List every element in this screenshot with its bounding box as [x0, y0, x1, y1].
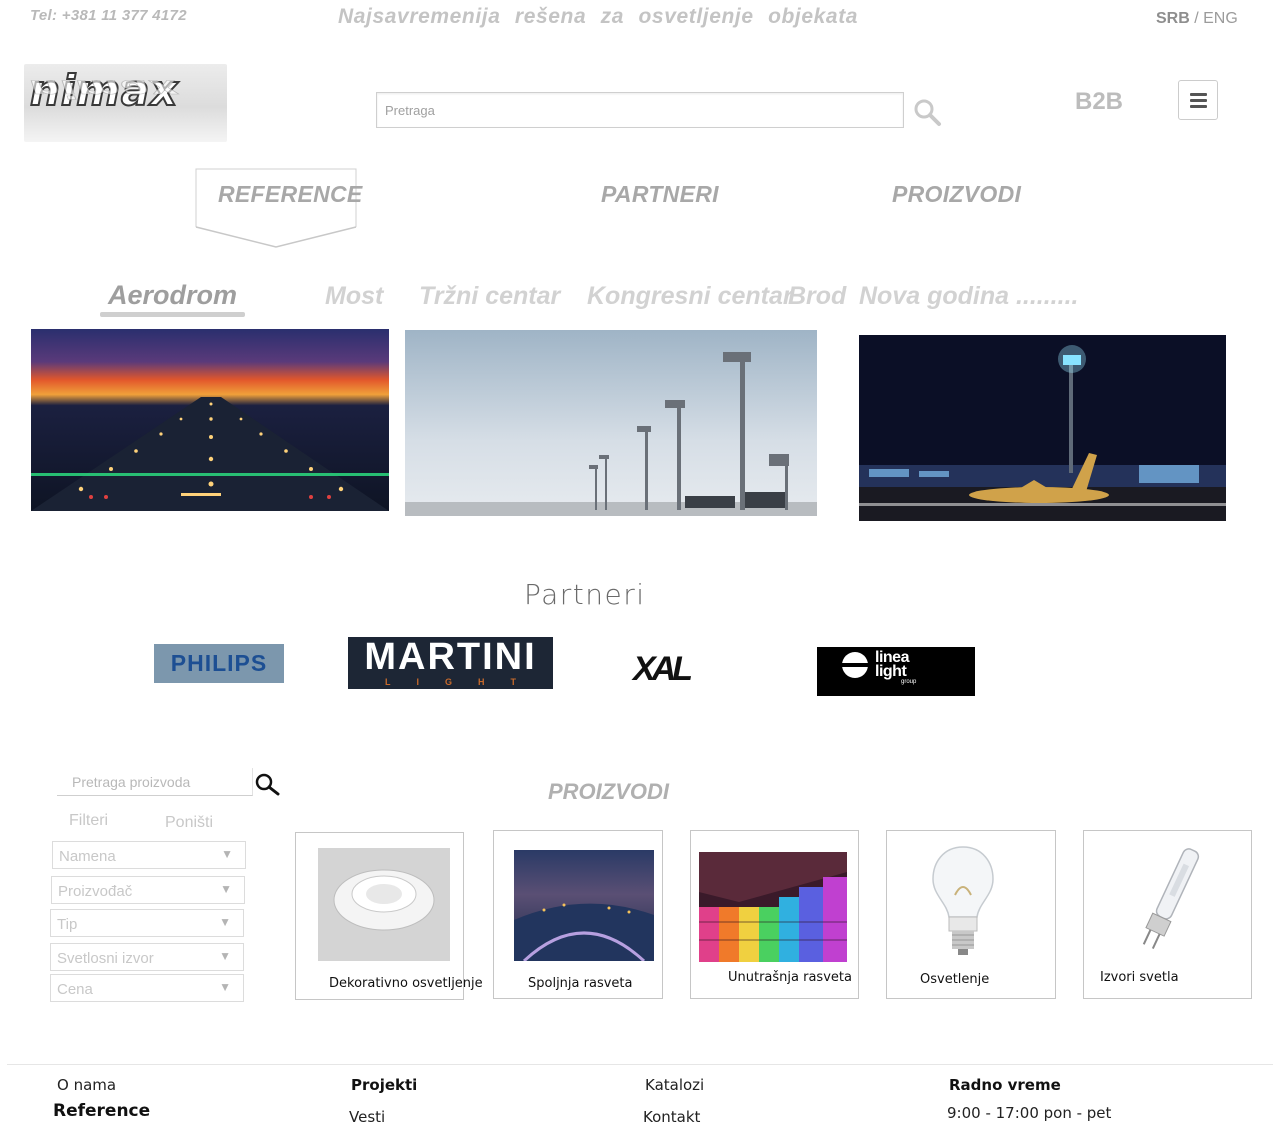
filter-svetlosni-izvor-select[interactable]: Svetlosni izvor ▼ — [50, 943, 244, 971]
footer-divider — [7, 1064, 1273, 1065]
lang-srb-link[interactable]: SRB — [1156, 10, 1190, 27]
footer-working-hours-title: Radno vreme — [949, 1076, 1061, 1094]
tab-nova-godina[interactable]: Nova godina ......... — [859, 282, 1078, 311]
menu-bar — [1189, 104, 1207, 108]
tab-trzni-centar[interactable]: Tržni centar — [419, 282, 560, 311]
chevron-down-icon: ▼ — [219, 949, 231, 963]
product-image-downlight — [318, 848, 450, 961]
select-value: Svetlosni izvor — [57, 950, 154, 967]
footer-link-projekti[interactable]: Projekti — [351, 1076, 417, 1094]
footer-link-kontakt[interactable]: Kontakt — [643, 1108, 700, 1126]
logo-reflection: nimax — [30, 74, 179, 104]
filters-label: Filteri — [69, 812, 109, 829]
nav-proizvodi[interactable]: PROIZVODI — [892, 181, 1021, 208]
filter-cena-select[interactable]: Cena ▼ — [50, 974, 244, 1002]
reference-image-runway[interactable] — [31, 329, 389, 511]
footer-working-hours-value: 9:00 - 17:00 pon - pet — [947, 1104, 1112, 1122]
product-image-lamp — [1124, 841, 1214, 963]
chevron-down-icon: ▼ — [221, 847, 233, 861]
footer-link-vesti[interactable]: Vesti — [349, 1108, 385, 1126]
nav-active-indicator — [195, 167, 357, 249]
footer-link-o-nama[interactable]: O nama — [57, 1076, 116, 1094]
select-value: Tip — [57, 916, 78, 933]
b2b-link[interactable]: B2B — [1075, 88, 1123, 116]
product-card-unutrasnja[interactable]: Unutrašnja rasveta — [690, 830, 859, 999]
lang-separator: / — [1189, 10, 1204, 27]
search-input[interactable] — [376, 92, 904, 128]
reference-image-night-airport[interactable] — [859, 335, 1226, 521]
tab-kongresni-centar[interactable]: Kongresni centar — [587, 282, 793, 311]
product-card-spoljnja[interactable]: Spoljnja rasveta — [493, 830, 663, 999]
martini-logo-name: MARTINI — [364, 636, 537, 678]
footer-link-reference[interactable]: Reference — [53, 1101, 150, 1121]
product-card-osvetlenje[interactable]: Osvetlenje — [886, 830, 1056, 999]
filter-namena-select[interactable]: Namena ▼ — [52, 841, 246, 869]
products-title: PROIZVODI — [548, 779, 670, 804]
product-image-colored-facade — [699, 852, 847, 962]
search-icon[interactable] — [912, 97, 942, 127]
linea-logo-line2: light — [875, 663, 907, 680]
reset-filters-link[interactable]: Poništi — [165, 814, 213, 832]
linea-logo-line3: group — [901, 679, 917, 685]
filter-proizvodjac-select[interactable]: Proizvođač ▼ — [51, 876, 245, 904]
product-card-label: Unutrašnja rasveta — [728, 970, 852, 985]
product-card-label: Osvetlenje — [920, 972, 990, 987]
lang-eng-link[interactable]: ENG — [1203, 10, 1238, 27]
partners-title: Partneri — [524, 578, 646, 611]
chevron-down-icon: ▼ — [219, 980, 231, 994]
tab-brod[interactable]: Brod — [788, 282, 846, 311]
nimax-logo[interactable]: nimax nimax — [24, 64, 227, 142]
martini-light-logo[interactable]: MARTINI LIGHT — [348, 637, 553, 689]
philips-logo[interactable]: PHILIPS — [154, 644, 284, 683]
product-image-city — [514, 850, 654, 963]
active-tab-underline — [100, 312, 245, 317]
xal-logo[interactable]: XAL — [633, 650, 693, 689]
hamburger-menu-icon[interactable] — [1178, 80, 1218, 120]
menu-bar — [1189, 92, 1207, 96]
language-switcher: SRB / ENG — [1156, 10, 1238, 28]
chevron-down-icon: ▼ — [220, 882, 232, 896]
product-image-bulb — [929, 845, 997, 957]
chevron-down-icon: ▼ — [219, 915, 231, 929]
nav-reference[interactable]: REFERENCE — [218, 181, 363, 208]
linea-light-logo[interactable]: linea light group — [817, 647, 975, 696]
martini-logo-sub: LIGHT — [385, 677, 542, 687]
footer-link-katalozi[interactable]: Katalozi — [645, 1076, 704, 1094]
product-card-izvori-svetla[interactable]: Izvori svetla — [1083, 830, 1252, 999]
product-card-label: Izvori svetla — [1100, 970, 1179, 985]
nav-partneri[interactable]: PARTNERI — [601, 181, 719, 208]
select-value: Proizvođač — [58, 883, 133, 900]
reference-image-masts[interactable] — [405, 330, 817, 516]
tab-aerodrom[interactable]: Aerodrom — [108, 280, 237, 311]
phone-number: Tel: +381 11 377 4172 — [30, 7, 187, 24]
product-search-icon[interactable] — [253, 772, 281, 796]
filter-tip-select[interactable]: Tip ▼ — [50, 909, 244, 937]
product-card-dekorativno[interactable]: Dekorativno osvetljenje — [295, 832, 483, 1000]
select-value: Namena — [59, 848, 116, 865]
select-value: Cena — [57, 981, 93, 998]
product-card-label: Dekorativno osvetljenje — [329, 976, 483, 991]
tab-most[interactable]: Most — [325, 282, 383, 311]
tagline: Najsavremenija rešena za osvetljenje obj… — [338, 5, 859, 28]
product-search-input[interactable] — [57, 768, 253, 796]
product-card-label: Spoljnja rasveta — [528, 976, 633, 991]
menu-bar — [1189, 98, 1207, 102]
